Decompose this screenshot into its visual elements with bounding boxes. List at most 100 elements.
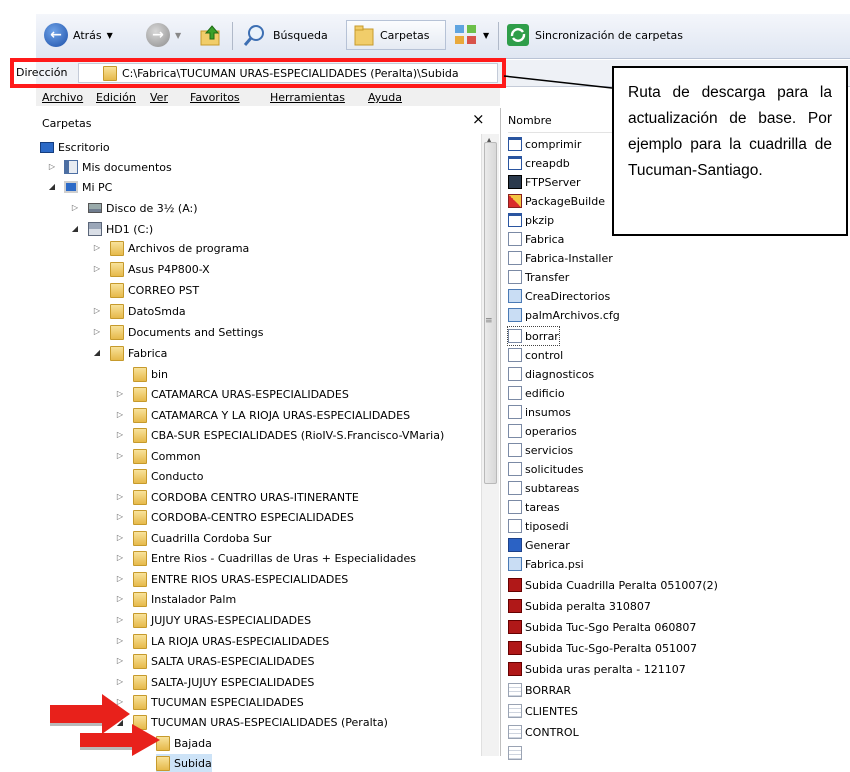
list-item-focused[interactable]: borrar bbox=[507, 326, 560, 346]
tree-item-tucuman-uras-peralta[interactable]: TUCUMAN URAS-ESPECIALIDADES (Peralta) bbox=[133, 713, 388, 731]
list-item[interactable]: pkzip bbox=[508, 211, 554, 229]
tree-item-entre-rios-cuadrillas[interactable]: Entre Rios - Cuadrillas de Uras + Especi… bbox=[133, 549, 416, 567]
tree-item-jujuy[interactable]: JUJUY URAS-ESPECIALIDADES bbox=[133, 611, 311, 629]
tree-item-entre-rios-uras[interactable]: ENTRE RIOS URAS-ESPECIALIDADES bbox=[133, 570, 348, 588]
tree-item-datosmda[interactable]: DatoSmda bbox=[110, 302, 186, 320]
collapse-arrow-icon[interactable]: ◢ bbox=[47, 182, 57, 191]
list-item[interactable]: creapdb bbox=[508, 154, 570, 172]
list-item[interactable]: operarios bbox=[508, 422, 577, 440]
list-item[interactable]: BORRAR bbox=[508, 681, 571, 699]
tree-item-instalador-palm[interactable]: Instalador Palm bbox=[133, 590, 236, 608]
tree-item-desktop[interactable]: Escritorio bbox=[40, 138, 110, 156]
tree-item-conducto[interactable]: Conducto bbox=[133, 467, 203, 485]
expand-arrow-icon[interactable]: ▷ bbox=[115, 615, 125, 624]
views-button[interactable]: ▼ bbox=[454, 20, 489, 50]
tree-item-catamarca-rioja[interactable]: CATAMARCA Y LA RIOJA URAS-ESPECIALIDADES bbox=[133, 406, 410, 424]
list-item[interactable]: Fabrica bbox=[508, 230, 564, 248]
search-button[interactable]: Búsqueda bbox=[242, 20, 328, 50]
expand-arrow-icon[interactable]: ▷ bbox=[115, 677, 125, 686]
expand-arrow-icon[interactable]: ▷ bbox=[115, 594, 125, 603]
up-folder-button[interactable] bbox=[198, 20, 224, 50]
tree-item-my-documents[interactable]: Mis documentos bbox=[64, 158, 172, 176]
folders-button[interactable]: Carpetas bbox=[346, 20, 446, 50]
expand-arrow-icon[interactable]: ▷ bbox=[47, 162, 57, 171]
sync-folders-button[interactable]: Sincronización de carpetas bbox=[506, 20, 683, 50]
tree-item-bajada[interactable]: Bajada bbox=[156, 734, 212, 752]
tree-item-salta[interactable]: SALTA URAS-ESPECIALIDADES bbox=[133, 652, 314, 670]
expand-arrow-icon[interactable]: ▷ bbox=[92, 243, 102, 252]
list-item[interactable]: CreaDirectorios bbox=[508, 287, 610, 305]
list-item[interactable]: Subida uras peralta - 121107 bbox=[508, 660, 686, 678]
collapse-arrow-icon[interactable]: ◢ bbox=[70, 224, 80, 233]
expand-arrow-icon[interactable]: ▷ bbox=[115, 492, 125, 501]
list-item[interactable]: Subida peralta 310807 bbox=[508, 597, 651, 615]
list-item[interactable]: insumos bbox=[508, 403, 571, 421]
tree-item-cordoba-centro-uras[interactable]: CORDOBA CENTRO URAS-ITINERANTE bbox=[133, 488, 359, 506]
menu-edicion[interactable]: Edición bbox=[96, 91, 136, 104]
collapse-arrow-icon[interactable]: ◢ bbox=[92, 348, 102, 357]
list-item[interactable]: edificio bbox=[508, 384, 565, 402]
menu-ver[interactable]: Ver bbox=[150, 91, 168, 104]
list-item[interactable]: CONTROL bbox=[508, 723, 579, 741]
expand-arrow-icon[interactable]: ▷ bbox=[115, 656, 125, 665]
list-item[interactable]: subtareas bbox=[508, 479, 579, 497]
tree-item-common[interactable]: Common bbox=[133, 447, 201, 465]
list-item[interactable]: solicitudes bbox=[508, 460, 583, 478]
back-dropdown-icon[interactable]: ▼ bbox=[107, 31, 113, 40]
list-item[interactable]: Generar bbox=[508, 536, 570, 554]
expand-arrow-icon[interactable]: ▷ bbox=[115, 430, 125, 439]
list-item[interactable]: FTPServer bbox=[508, 173, 581, 191]
tree-item-salta-jujuy[interactable]: SALTA-JUJUY ESPECIALIDADES bbox=[133, 673, 314, 691]
tree-item-catamarca[interactable]: CATAMARCA URAS-ESPECIALIDADES bbox=[133, 385, 349, 403]
list-item[interactable]: tiposedi bbox=[508, 517, 569, 535]
forward-dropdown-icon[interactable]: ▼ bbox=[175, 31, 181, 40]
list-item[interactable]: control bbox=[508, 346, 563, 364]
tree-item-archivos-de-programa[interactable]: Archivos de programa bbox=[110, 239, 249, 257]
list-item[interactable]: Fabrica-Installer bbox=[508, 249, 613, 267]
tree-item-cuadrilla-cordoba-sur[interactable]: Cuadrilla Cordoba Sur bbox=[133, 529, 271, 547]
expand-arrow-icon[interactable]: ▷ bbox=[115, 574, 125, 583]
tree-item-floppy[interactable]: Disco de 3½ (A:) bbox=[88, 199, 198, 217]
expand-arrow-icon[interactable]: ▷ bbox=[115, 553, 125, 562]
expand-arrow-icon[interactable]: ▷ bbox=[115, 636, 125, 645]
tree-item-asus[interactable]: Asus P4P800-X bbox=[110, 260, 210, 278]
back-button[interactable]: ← Atrás ▼ bbox=[44, 20, 113, 50]
expand-arrow-icon[interactable]: ▷ bbox=[115, 533, 125, 542]
menu-favoritos[interactable]: Favoritos bbox=[190, 91, 240, 104]
tree-item-tucuman-especialidades[interactable]: TUCUMAN ESPECIALIDADES bbox=[133, 693, 304, 711]
tree-item-correo-pst[interactable]: CORREO PST bbox=[110, 281, 199, 299]
tree-item-cordoba-centro-esp[interactable]: CORDOBA-CENTRO ESPECIALIDADES bbox=[133, 508, 354, 526]
list-item[interactable]: palmArchivos.cfg bbox=[508, 306, 620, 324]
tree-item-fabrica[interactable]: Fabrica bbox=[110, 344, 167, 362]
tree-item-la-rioja[interactable]: LA RIOJA URAS-ESPECIALIDADES bbox=[133, 632, 329, 650]
menu-archivo[interactable]: Archivo bbox=[42, 91, 83, 104]
list-item[interactable]: servicios bbox=[508, 441, 573, 459]
views-dropdown-icon[interactable]: ▼ bbox=[483, 31, 489, 40]
list-item[interactable]: tareas bbox=[508, 498, 560, 516]
list-item[interactable]: Transfer bbox=[508, 268, 569, 286]
list-item[interactable] bbox=[508, 744, 522, 762]
tree-item-documents-and-settings[interactable]: Documents and Settings bbox=[110, 323, 264, 341]
menu-herramientas[interactable]: Herramientas bbox=[270, 91, 345, 104]
menu-ayuda[interactable]: Ayuda bbox=[368, 91, 402, 104]
expand-arrow-icon[interactable]: ▷ bbox=[92, 306, 102, 315]
list-item[interactable]: CLIENTES bbox=[508, 702, 578, 720]
expand-arrow-icon[interactable]: ▷ bbox=[115, 451, 125, 460]
expand-arrow-icon[interactable]: ▷ bbox=[70, 203, 80, 212]
tree-item-my-pc[interactable]: Mi PC bbox=[64, 178, 112, 196]
list-item[interactable]: Subida Cuadrilla Peralta 051007(2) bbox=[508, 576, 718, 594]
list-item[interactable]: diagnosticos bbox=[508, 365, 594, 383]
tree-item-hd1[interactable]: HD1 (C:) bbox=[88, 220, 153, 238]
expand-arrow-icon[interactable]: ▷ bbox=[115, 410, 125, 419]
list-item[interactable]: PackageBuilde bbox=[508, 192, 605, 210]
list-item[interactable]: Fabrica.psi bbox=[508, 555, 584, 573]
close-pane-icon[interactable]: × bbox=[472, 110, 485, 128]
expand-arrow-icon[interactable]: ▷ bbox=[92, 264, 102, 273]
forward-button[interactable]: → ▼ bbox=[146, 20, 181, 50]
list-item[interactable]: Subida Tuc-Sgo Peralta 060807 bbox=[508, 618, 696, 636]
tree-item-bin[interactable]: bin bbox=[133, 365, 168, 383]
list-item[interactable]: comprimir bbox=[508, 135, 581, 153]
expand-arrow-icon[interactable]: ▷ bbox=[115, 512, 125, 521]
scrollbar-thumb[interactable] bbox=[484, 142, 497, 484]
list-item[interactable]: Subida Tuc-Sgo-Peralta 051007 bbox=[508, 639, 697, 657]
